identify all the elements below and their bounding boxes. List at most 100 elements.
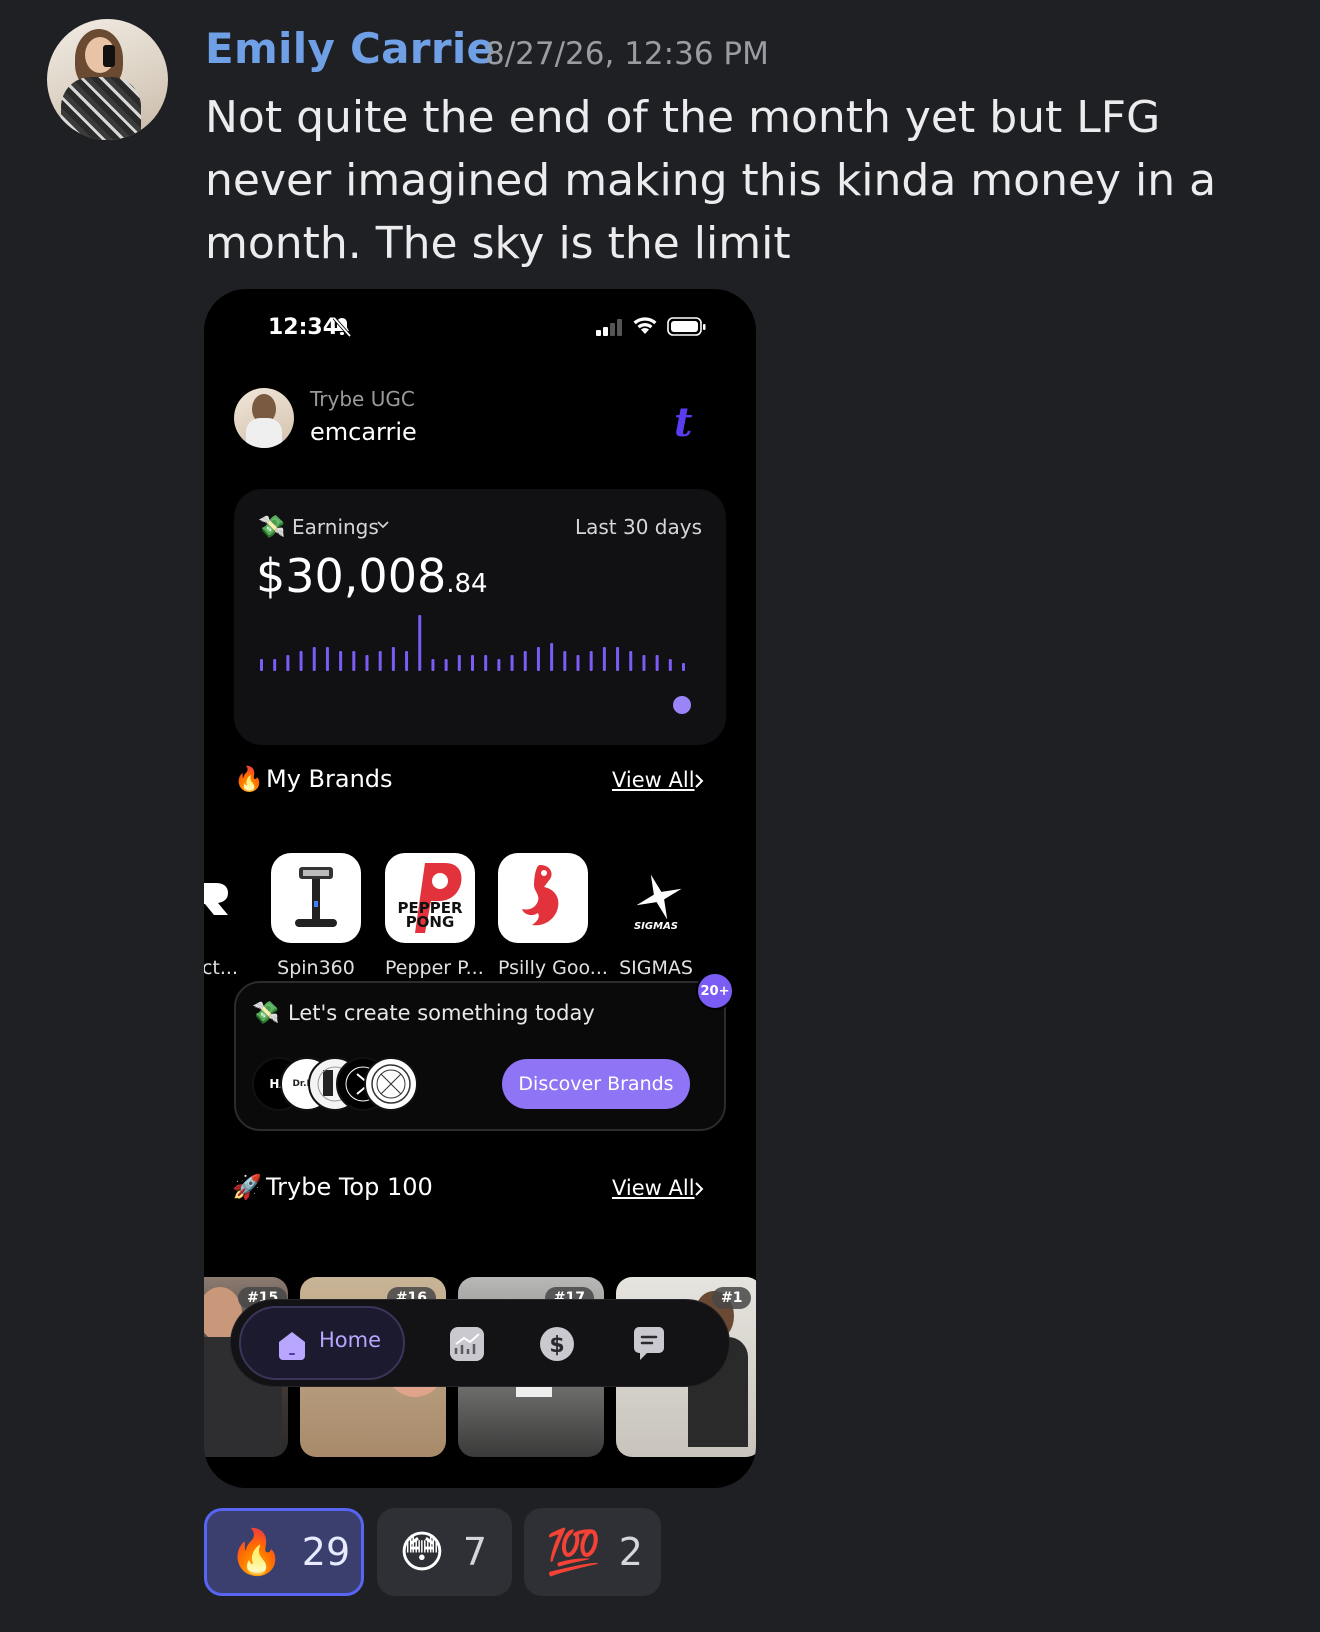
money-wings-icon: 💸 bbox=[258, 515, 286, 540]
trybe-logo-icon[interactable]: t bbox=[674, 399, 692, 446]
earnings-bar bbox=[405, 651, 409, 671]
brands-view-all-link[interactable]: View All bbox=[612, 768, 695, 792]
reaction-hundred[interactable]: 💯 2 bbox=[524, 1508, 661, 1596]
chart-icon[interactable] bbox=[447, 1324, 487, 1364]
earnings-bar bbox=[299, 651, 303, 671]
chat-icon[interactable] bbox=[629, 1324, 669, 1364]
earnings-bar bbox=[444, 659, 448, 671]
rocket-icon: 🚀 bbox=[232, 1173, 262, 1201]
earnings-bar bbox=[668, 659, 672, 671]
earnings-bar bbox=[378, 651, 382, 671]
dollar-icon[interactable]: $ bbox=[537, 1324, 577, 1364]
screenshot-attachment[interactable]: 12:34 Trybe UGC emcarrie t 💸 Earnings La… bbox=[204, 289, 756, 1488]
top-100-title: Trybe Top 100 bbox=[266, 1173, 433, 1201]
earnings-bar bbox=[418, 615, 422, 671]
earnings-bar bbox=[550, 643, 554, 671]
earnings-bar bbox=[589, 651, 593, 671]
earnings-bar bbox=[286, 655, 290, 671]
app-name: Trybe UGC bbox=[310, 387, 415, 411]
status-time: 12:34 bbox=[268, 315, 339, 340]
nav-home-label: Home bbox=[319, 1328, 382, 1352]
brand-item[interactable]: SIGMAS SIGMAS bbox=[611, 853, 701, 979]
earnings-bar bbox=[616, 647, 620, 671]
earnings-sparkline bbox=[260, 615, 691, 714]
reaction-count: 29 bbox=[301, 1530, 351, 1574]
bottom-nav: Home $ bbox=[230, 1299, 730, 1387]
earnings-range[interactable]: Last 30 days bbox=[575, 515, 702, 539]
brand-name: Psilly Goo... bbox=[498, 957, 608, 979]
earnings-bar bbox=[391, 647, 395, 671]
profile-username: emcarrie bbox=[310, 418, 417, 446]
earnings-bar bbox=[523, 651, 527, 671]
earnings-bar bbox=[457, 655, 461, 671]
brand-item[interactable]: PEPPER PONG Pepper P... bbox=[385, 853, 484, 979]
earnings-current-dot bbox=[673, 696, 691, 714]
battery-icon bbox=[667, 317, 706, 336]
earnings-bar bbox=[352, 651, 356, 671]
svg-text:SIGMAS: SIGMAS bbox=[634, 921, 678, 932]
top-view-all-link[interactable]: View All bbox=[612, 1176, 695, 1200]
earnings-bar bbox=[471, 655, 474, 671]
earnings-card: 💸 Earnings Last 30 days $30,008.84 bbox=[234, 489, 726, 745]
discover-brands-button[interactable]: Discover Brands bbox=[502, 1059, 690, 1109]
earnings-bar bbox=[260, 659, 263, 671]
money-wings-icon: 💸 bbox=[252, 1001, 280, 1026]
earnings-bar bbox=[642, 655, 646, 671]
message-timestamp: 8/27/26, 12:36 PM bbox=[485, 36, 769, 72]
earnings-bar bbox=[497, 659, 501, 671]
brand-name: Spin360 bbox=[277, 957, 355, 979]
earnings-bar bbox=[484, 655, 488, 671]
reaction-count: 2 bbox=[618, 1530, 643, 1574]
reaction-fire[interactable]: 🔥 29 bbox=[204, 1508, 364, 1596]
chevron-right-icon[interactable] bbox=[694, 773, 704, 789]
chevron-right-icon[interactable] bbox=[694, 1181, 704, 1197]
earnings-bar bbox=[563, 651, 567, 671]
brand-name: Pepper P... bbox=[385, 957, 484, 979]
my-brands-title: My Brands bbox=[266, 765, 393, 793]
earnings-amount-main: $30,008 bbox=[256, 549, 447, 603]
create-card-text: Let's create something today bbox=[288, 1001, 595, 1025]
author-name[interactable]: Emily Carrie bbox=[205, 24, 495, 73]
earnings-bar bbox=[365, 655, 369, 671]
profile-avatar-body bbox=[246, 418, 282, 448]
stack-avatar bbox=[364, 1057, 418, 1111]
message-text: Not quite the end of the month yet but L… bbox=[205, 92, 1217, 269]
fire-icon: 🔥 bbox=[234, 765, 264, 793]
earnings-amount: $30,008.84 bbox=[256, 549, 488, 603]
chevron-down-icon[interactable] bbox=[377, 521, 389, 529]
stack-badge-icon bbox=[371, 1064, 411, 1104]
earnings-bar bbox=[273, 659, 277, 671]
earnings-label[interactable]: Earnings bbox=[292, 515, 379, 539]
avatar-phone bbox=[103, 45, 115, 67]
earnings-amount-cents: .84 bbox=[446, 569, 488, 599]
nav-home-button[interactable]: Home bbox=[239, 1306, 405, 1380]
brand-item[interactable]: r Act... bbox=[204, 853, 238, 979]
reaction-count: 7 bbox=[462, 1530, 488, 1574]
brand-avatar-stack: HA Dr.Me bbox=[252, 1057, 432, 1113]
bell-muted-icon bbox=[332, 316, 352, 338]
svg-text:PONG: PONG bbox=[406, 913, 455, 931]
profile-avatar[interactable] bbox=[234, 388, 294, 448]
brand-name: SIGMAS bbox=[619, 957, 693, 979]
wifi-icon bbox=[633, 317, 657, 334]
svg-text:$: $ bbox=[549, 1333, 564, 1358]
rank-badge: #1 bbox=[712, 1287, 752, 1309]
earnings-bar bbox=[655, 655, 659, 671]
brand-item[interactable]: Psilly Goo... bbox=[498, 853, 608, 979]
brand-logo-psilly-goose-icon bbox=[498, 853, 588, 943]
brand-item[interactable]: Spin360 bbox=[271, 853, 361, 979]
earnings-bar bbox=[339, 651, 343, 671]
brand-logo-r-icon bbox=[204, 853, 238, 943]
author-avatar[interactable] bbox=[47, 19, 168, 140]
earnings-bar bbox=[682, 663, 685, 671]
brand-logo-spin360-icon bbox=[271, 853, 361, 943]
earnings-bar bbox=[629, 651, 633, 671]
reaction-flushed[interactable]: 😳 7 bbox=[377, 1508, 512, 1596]
avatar-jacket bbox=[61, 77, 141, 140]
home-icon bbox=[279, 1332, 305, 1360]
earnings-bar bbox=[576, 655, 580, 671]
earnings-bar bbox=[325, 647, 329, 671]
create-card: 💸 Let's create something today HA Dr.Me … bbox=[234, 981, 726, 1131]
signal-icon bbox=[596, 319, 622, 336]
earnings-bar bbox=[536, 647, 540, 671]
